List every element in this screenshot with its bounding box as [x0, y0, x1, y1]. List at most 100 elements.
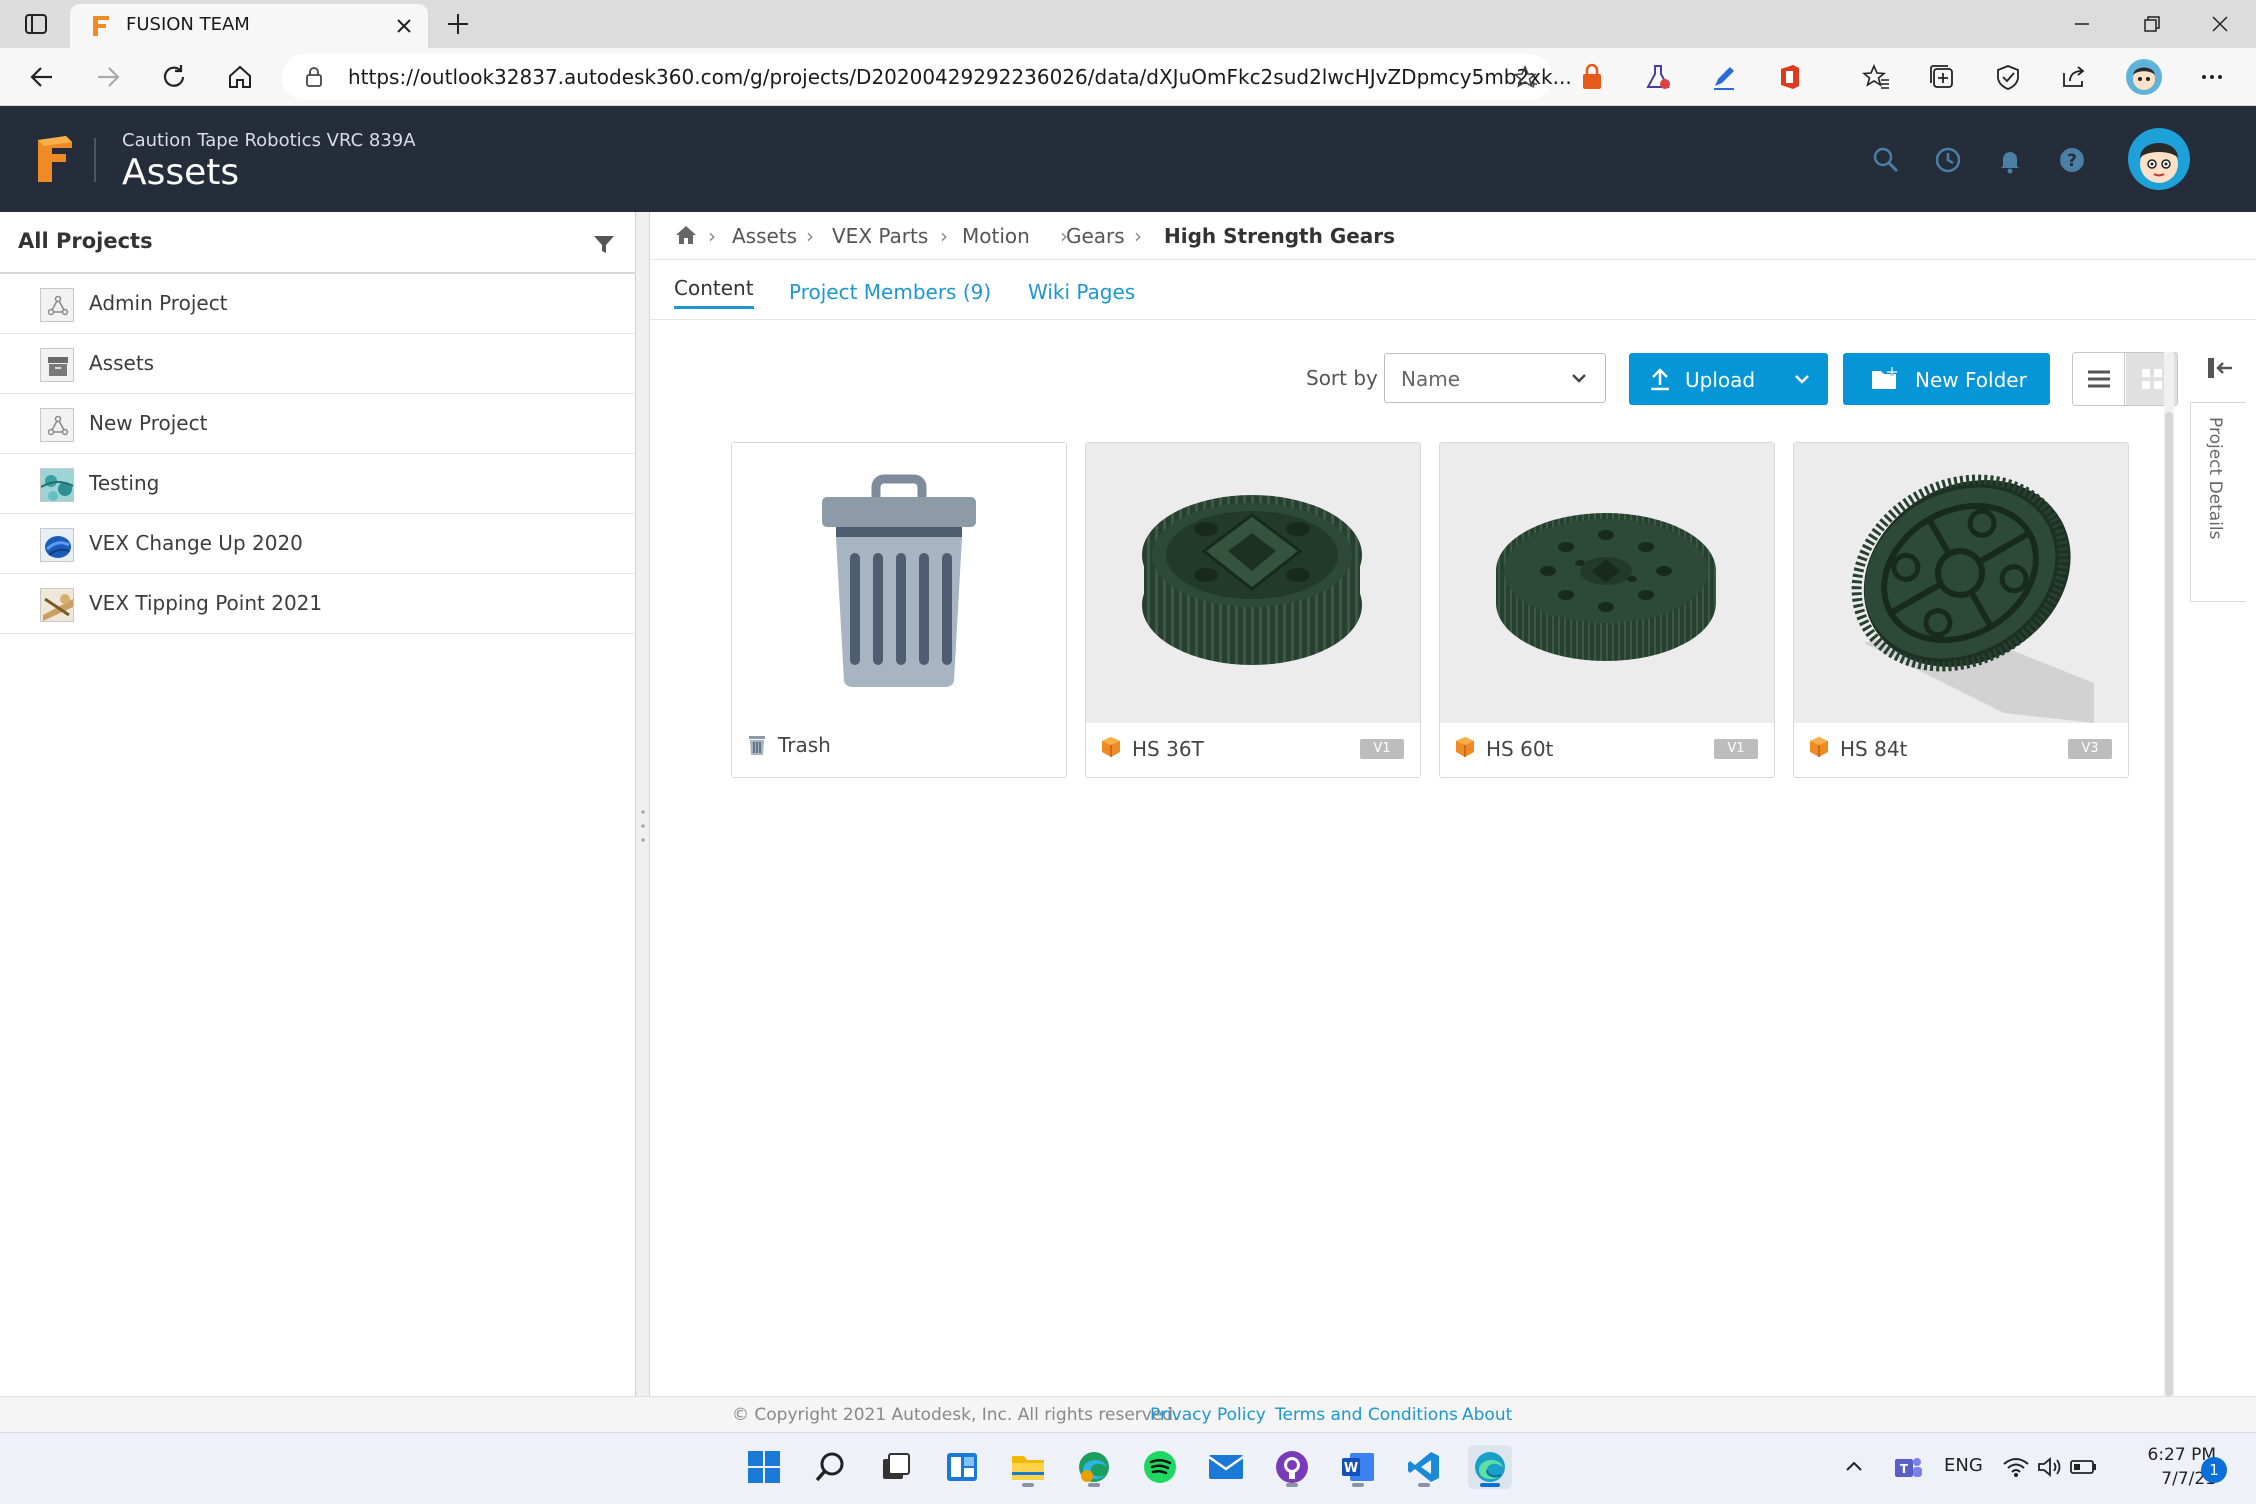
running-indicator	[1480, 1483, 1500, 1487]
wifi-icon[interactable]	[2000, 1451, 2032, 1483]
chevron-up-icon[interactable]	[1838, 1451, 1870, 1483]
back-arrow-icon[interactable]	[24, 59, 60, 95]
scrollbar-thumb[interactable]	[2165, 412, 2173, 1396]
tab-project-members[interactable]: Project Members (9)	[789, 280, 991, 304]
version-badge[interactable]: V1	[1714, 739, 1758, 759]
expand-panel-icon[interactable]	[2204, 354, 2236, 382]
breadcrumb-separator: ›	[708, 224, 716, 248]
breadcrumb-motion[interactable]: Motion	[962, 224, 1030, 248]
add-favorite-icon[interactable]	[1512, 64, 1538, 90]
trash-thumbnail	[732, 443, 1066, 723]
address-bar[interactable]: https://outlook32837.autodesk360.com/g/p…	[282, 54, 1572, 100]
volume-icon[interactable]	[2034, 1451, 2066, 1483]
extension-lock-icon[interactable]	[1576, 61, 1608, 93]
tab-actions-icon[interactable]	[22, 10, 50, 38]
close-window-icon[interactable]	[2204, 8, 2236, 40]
close-tab-icon[interactable]	[394, 16, 414, 36]
favorites-icon[interactable]	[1860, 61, 1892, 93]
language-indicator[interactable]: ENG	[1944, 1455, 1983, 1476]
sidebar-item-testing[interactable]: Testing	[0, 454, 636, 514]
tab-wiki-pages[interactable]: Wiki Pages	[1028, 280, 1135, 304]
vscode-icon[interactable]	[1402, 1445, 1446, 1489]
task-view-icon[interactable]	[874, 1445, 918, 1489]
main-content: › Assets › VEX Parts › Motion › Gears › …	[650, 212, 2256, 1396]
project-icon	[40, 288, 74, 322]
file-card-hs-84t[interactable]: HS 84t V3	[1793, 442, 2129, 778]
extension-flask-icon[interactable]	[1642, 61, 1674, 93]
sidebar-title[interactable]: All Projects	[18, 229, 153, 253]
sidebar-item-assets[interactable]: Assets	[0, 334, 636, 394]
running-indicator	[1088, 1483, 1100, 1487]
gear-60t-image	[1496, 513, 1716, 661]
notification-badge[interactable]: 1	[2201, 1457, 2227, 1483]
about-link[interactable]: About	[1462, 1405, 1512, 1425]
breadcrumb-separator: ›	[1134, 224, 1142, 248]
github-icon[interactable]	[1270, 1445, 1314, 1489]
project-details-tab[interactable]: Project Details	[2190, 402, 2246, 602]
browser-profile-avatar[interactable]	[2126, 59, 2162, 95]
privacy-policy-link[interactable]: Privacy Policy	[1150, 1405, 1266, 1425]
refresh-icon[interactable]	[156, 59, 192, 95]
file-explorer-icon[interactable]	[1006, 1445, 1050, 1489]
sidebar-resize-handle[interactable]	[636, 212, 650, 1396]
security-icon[interactable]	[1992, 61, 2024, 93]
tab-content[interactable]: Content	[674, 276, 754, 309]
terms-link[interactable]: Terms and Conditions	[1275, 1405, 1458, 1425]
content-tabs: Content Project Members (9) Wiki Pages	[650, 260, 2256, 320]
version-badge[interactable]: V1	[1360, 739, 1404, 759]
sidebar-item-label: Assets	[89, 351, 155, 375]
sidebar-header: All Projects	[0, 212, 636, 274]
home-icon[interactable]	[674, 224, 698, 246]
list-view-icon[interactable]	[2073, 353, 2125, 405]
breadcrumb-gears[interactable]: Gears	[1066, 224, 1125, 248]
home-icon[interactable]	[222, 59, 258, 95]
forward-arrow-icon[interactable]	[90, 59, 126, 95]
trash-card[interactable]: Trash	[731, 442, 1067, 778]
version-badge[interactable]: V3	[2068, 739, 2112, 759]
collections-icon[interactable]	[1926, 61, 1958, 93]
search-taskbar-icon[interactable]	[808, 1445, 852, 1489]
office-icon[interactable]	[1774, 61, 1806, 93]
sort-select[interactable]: Name	[1384, 353, 1606, 403]
word-icon[interactable]: W	[1336, 1445, 1380, 1489]
archive-icon	[40, 348, 74, 382]
sidebar-item-new-project[interactable]: New Project	[0, 394, 636, 454]
edge-beta-icon[interactable]	[1072, 1445, 1116, 1489]
page-title: Assets	[122, 152, 240, 193]
start-windows-icon[interactable]	[742, 1445, 786, 1489]
teams-icon[interactable]: T	[1890, 1449, 1926, 1485]
user-avatar[interactable]	[2128, 128, 2190, 190]
edge-icon[interactable]	[1468, 1445, 1512, 1489]
mail-icon[interactable]	[1204, 1445, 1248, 1489]
history-clock-icon[interactable]	[1934, 146, 1962, 174]
widgets-icon[interactable]	[940, 1445, 984, 1489]
search-icon[interactable]	[1872, 146, 1900, 174]
project-details-label: Project Details	[2205, 417, 2225, 540]
file-card-hs-36t[interactable]: HS 36T V1	[1085, 442, 1421, 778]
breadcrumb-assets[interactable]: Assets	[732, 224, 797, 248]
share-icon[interactable]	[2058, 61, 2090, 93]
sidebar-item-vex-change-up-2020[interactable]: VEX Change Up 2020	[0, 514, 636, 574]
browser-tab[interactable]: FUSION TEAM	[70, 4, 428, 48]
notifications-bell-icon[interactable]	[1996, 146, 2024, 174]
filter-icon[interactable]	[592, 232, 616, 256]
file-card-hs-60t[interactable]: HS 60t V1	[1439, 442, 1775, 778]
new-tab-icon[interactable]	[444, 10, 472, 38]
spotify-icon[interactable]	[1138, 1445, 1182, 1489]
new-folder-button[interactable]: New Folder	[1843, 353, 2050, 405]
chevron-down-icon[interactable]	[1792, 369, 1812, 389]
upload-button[interactable]: Upload	[1629, 353, 1828, 405]
help-icon[interactable]: ?	[2058, 146, 2086, 174]
url-text: https://outlook32837.autodesk360.com/g/p…	[348, 65, 1572, 89]
restore-icon[interactable]	[2136, 8, 2168, 40]
sidebar-item-vex-tipping-point-2021[interactable]: VEX Tipping Point 2021	[0, 574, 636, 634]
lock-icon[interactable]	[302, 65, 326, 89]
more-options-icon[interactable]	[2196, 61, 2228, 93]
battery-icon[interactable]	[2068, 1451, 2100, 1483]
extension-pen-icon[interactable]	[1708, 61, 1740, 93]
breadcrumb-vex-parts[interactable]: VEX Parts	[832, 224, 928, 248]
svg-text:?: ?	[2067, 151, 2077, 171]
minimize-icon[interactable]	[2066, 8, 2098, 40]
fusion-logo-icon[interactable]	[36, 134, 74, 184]
sidebar-item-admin-project[interactable]: Admin Project	[0, 274, 636, 334]
